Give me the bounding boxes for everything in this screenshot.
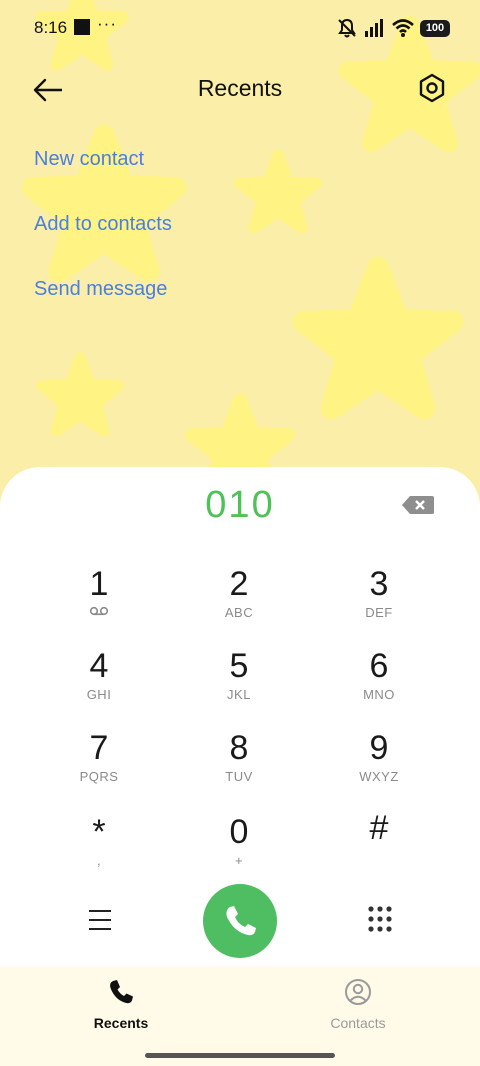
key-letters: PQRS [79,769,119,784]
key-letters: MNO [363,687,395,702]
status-icons: 100 [336,16,450,40]
key-1[interactable]: 1 [39,564,159,634]
phone-icon [110,980,133,1004]
home-indicator[interactable] [145,1053,335,1058]
key-letters: TUV [225,769,253,784]
key-digit: 1 [89,565,109,603]
voicemail-icon [39,604,159,622]
key-letters: DEF [365,605,393,620]
nav-recents[interactable]: Recents [61,978,181,1031]
mute-bell-icon [338,18,356,38]
signal-icon [365,19,383,37]
key-digit: 4 [89,647,109,685]
key-8[interactable]: 8 TUV [179,728,299,798]
key-letters: WXYZ [359,769,399,784]
contact-person-icon [345,979,371,1005]
key-digit: 0 [229,813,249,851]
nav-contacts[interactable]: Contacts [298,978,418,1031]
new-contact-link[interactable]: New contact [34,148,144,171]
menu-icon [89,910,111,930]
key-digit: 8 [229,729,249,767]
key-7[interactable]: 7 PQRS [39,728,159,798]
more-notifications-icon: ··· [97,14,117,33]
settings-hexagon-icon [419,73,445,103]
key-letters: , [96,853,102,868]
key-5[interactable]: 5 JKL [179,646,299,716]
key-4[interactable]: 4 GHI [39,646,159,716]
status-time: 8:16 [34,18,68,37]
key-9[interactable]: 9 WXYZ [319,728,439,798]
backspace-button[interactable] [400,492,436,518]
key-digit: 9 [369,729,389,767]
key-digit: 3 [369,565,389,603]
key-digit: 6 [369,647,389,685]
key-letters: GHI [86,687,112,702]
key-2[interactable]: 2 ABC [179,564,299,634]
key-star[interactable]: * , [39,812,159,882]
key-letters: ABC [224,605,254,620]
menu-button[interactable] [80,900,120,940]
key-6[interactable]: 6 MNO [319,646,439,716]
send-message-link[interactable]: Send message [34,278,167,301]
key-digit: 2 [229,565,249,603]
key-3[interactable]: 3 DEF [319,564,439,634]
nav-recents-label: Recents [93,1015,149,1031]
wifi-icon [392,19,414,37]
key-digit: 5 [229,647,249,685]
key-digit: # [369,809,389,847]
key-0[interactable]: 0 + [179,812,299,882]
nav-contacts-label: Contacts [330,1015,386,1031]
backspace-icon [402,496,434,514]
keypad-grid-icon [368,906,392,932]
page-title: Recents [197,75,283,101]
call-button[interactable] [203,884,277,958]
key-letters: + [234,853,244,868]
key-hash[interactable]: # [319,808,439,878]
key-digit: * [92,813,106,851]
keypad-toggle-button[interactable] [360,900,400,940]
battery-icon: 100 [420,19,450,37]
add-to-contacts-link[interactable]: Add to contacts [34,213,172,236]
status-bar: 8:16 ··· 100 [0,0,480,56]
notification-icon [74,19,90,35]
settings-button[interactable] [414,70,450,106]
phone-icon [226,906,256,936]
key-digit: 7 [89,729,109,767]
key-letters: JKL [227,687,251,702]
